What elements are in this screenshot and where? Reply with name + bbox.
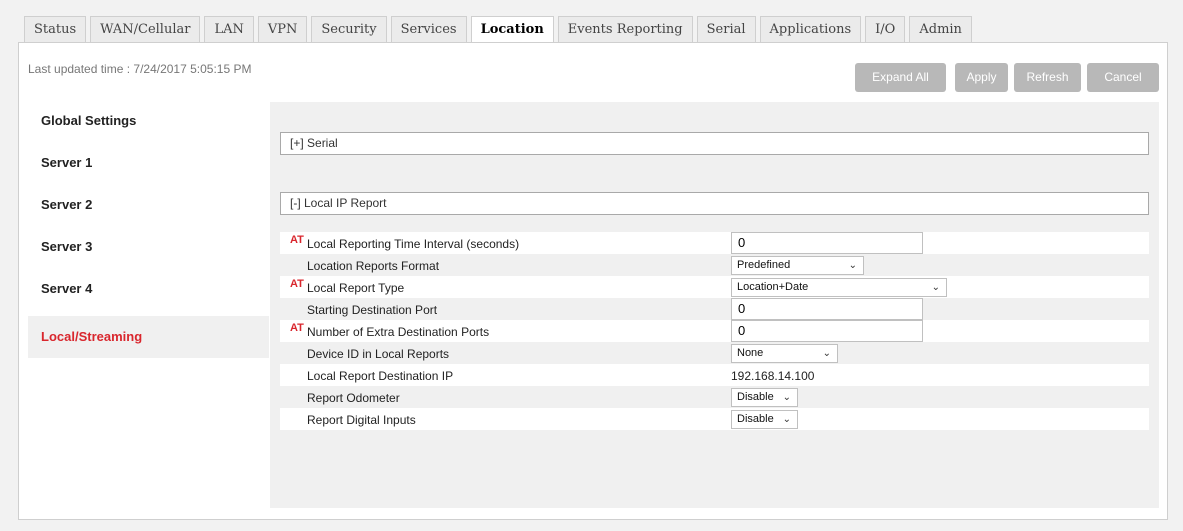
report-digital-inputs-label: Report Digital Inputs [307,413,416,427]
table-row: Starting Destination Port 0 [280,298,1149,320]
starting-destination-port-label: Starting Destination Port [307,303,438,317]
select-value: Location+Date [737,281,809,293]
chevron-down-icon: ⌄ [782,392,791,403]
refresh-button[interactable]: Refresh [1014,63,1081,92]
local-reporting-time-interval-input[interactable]: 0 [731,232,923,254]
at-marker: AT [290,322,304,334]
destination-ip-value: 192.168.14.100 [731,369,815,383]
tab-bar: Status WAN/Cellular LAN VPN Security Ser… [24,16,976,43]
chevron-down-icon: ⌄ [822,348,831,359]
cancel-button[interactable]: Cancel [1087,63,1159,92]
report-digital-inputs-select[interactable]: Disable ⌄ [731,410,798,429]
tab-location[interactable]: Location [470,16,554,43]
sidebar-item-server-3[interactable]: Server 3 [28,226,269,268]
table-row: AT Number of Extra Destination Ports 0 [280,320,1149,342]
extra-destination-ports-input[interactable]: 0 [731,320,923,342]
at-marker: AT [290,234,304,246]
report-odometer-label: Report Odometer [307,391,400,405]
tab-applications[interactable]: Applications [759,16,862,42]
local-report-type-label: Local Report Type [307,281,405,295]
tab-vpn[interactable]: VPN [257,16,308,42]
report-odometer-select[interactable]: Disable ⌄ [731,388,798,407]
table-row: Device ID in Local Reports None ⌄ [280,342,1149,364]
tab-io[interactable]: I/O [865,16,906,42]
tab-serial[interactable]: Serial [696,16,756,42]
serial-section-header[interactable]: [+] Serial [280,132,1149,155]
local-reporting-time-interval-label: Local Reporting Time Interval (seconds) [307,237,520,251]
table-row: Report Digital Inputs Disable ⌄ [280,408,1149,430]
table-row: Report Odometer Disable ⌄ [280,386,1149,408]
main-panel: Last updated time : 7/24/2017 5:05:15 PM… [18,42,1168,520]
tab-security[interactable]: Security [311,16,387,42]
location-reports-format-label: Location Reports Format [307,259,440,273]
sidebar-item-server-4[interactable]: Server 4 [28,268,269,310]
apply-button[interactable]: Apply [955,63,1008,92]
sidebar-item-server-2[interactable]: Server 2 [28,184,269,226]
settings-content: [+] Serial [-] Local IP Report AT Local … [270,102,1159,508]
last-updated-text: Last updated time : 7/24/2017 5:05:15 PM [28,62,252,76]
device-id-select[interactable]: None ⌄ [731,344,838,363]
location-reports-format-select[interactable]: Predefined ⌄ [731,256,864,275]
tab-status[interactable]: Status [24,16,87,42]
select-value: None [737,347,764,359]
local-report-type-select[interactable]: Location+Date ⌄ [731,278,947,297]
sidebar-item-local-streaming[interactable]: Local/Streaming [28,316,269,358]
table-row: Location Reports Format Predefined ⌄ [280,254,1149,276]
sidebar-item-global-settings[interactable]: Global Settings [28,100,269,142]
tab-wan-cellular[interactable]: WAN/Cellular [90,16,201,42]
select-value: Disable [737,391,774,403]
extra-destination-ports-label: Number of Extra Destination Ports [307,325,490,339]
device-id-label: Device ID in Local Reports [307,347,450,361]
table-row: AT Local Report Type Location+Date ⌄ [280,276,1149,298]
chevron-down-icon: ⌄ [931,282,940,293]
tab-lan[interactable]: LAN [204,16,254,42]
tab-admin[interactable]: Admin [909,16,972,42]
select-value: Disable [737,413,774,425]
chevron-down-icon: ⌄ [848,260,857,271]
tab-events-reporting[interactable]: Events Reporting [557,16,693,42]
destination-ip-label: Local Report Destination IP [307,369,454,383]
sidebar: Global Settings Server 1 Server 2 Server… [28,100,269,358]
tab-services[interactable]: Services [390,16,467,42]
sidebar-item-server-1[interactable]: Server 1 [28,142,269,184]
at-marker: AT [290,278,304,290]
expand-all-button[interactable]: Expand All [855,63,946,92]
table-row: Local Report Destination IP 192.168.14.1… [280,364,1149,386]
chevron-down-icon: ⌄ [782,414,791,425]
starting-destination-port-input[interactable]: 0 [731,298,923,320]
table-row: AT Local Reporting Time Interval (second… [280,232,1149,254]
local-ip-report-section-header[interactable]: [-] Local IP Report [280,192,1149,215]
select-value: Predefined [737,259,791,271]
